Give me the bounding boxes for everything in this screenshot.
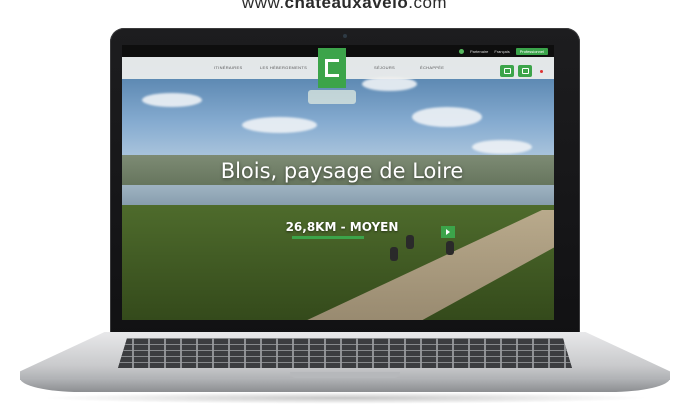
logo-tagline [308,90,356,104]
pro-button[interactable]: Professionnel [515,47,548,55]
nav-item-hebergements[interactable]: LES HÉBERGEMENTS [260,65,307,70]
logo-mark-icon [325,59,339,77]
topbar-link-language[interactable]: Français [494,49,509,54]
nav-item-echappee[interactable]: ÉCHAPPÉE [420,65,444,70]
cyclist-1 [406,235,414,249]
laptop-base-edge [20,378,670,392]
hero-subtitle: 26,8KM - MOYEN [285,220,399,234]
nav-item-itineraires[interactable]: ITINÉRAIRES [214,65,242,70]
url-suffix: .com [408,0,448,12]
website-url-caption: www.chateauxavelo.com [0,0,689,13]
cyclist-2 [390,247,398,261]
cloud-5 [472,140,532,154]
url-brand: chateauxavelo [284,0,409,12]
hero-underline [292,236,364,239]
play-icon[interactable] [441,226,455,238]
cloud-2 [242,117,317,133]
laptop-shadow [40,392,650,404]
cloud-3 [412,107,482,127]
keyboard-rows [118,338,572,368]
edit-icon[interactable] [500,65,514,77]
url-prefix: www. [241,0,285,12]
cart-icon[interactable] [518,65,532,77]
cloud-4 [362,77,417,91]
topbar-link-partner[interactable]: Partenaire [470,49,488,54]
nav-item-sejours[interactable]: SÉJOURS [374,65,395,70]
hero-title: Blois, paysage de Loire [220,159,464,183]
laptop-screen: Partenaire Français Professionnel ITINÉR… [122,45,554,320]
site-logo[interactable] [318,48,346,88]
camera-dot [343,34,347,38]
cloud-1 [142,93,202,107]
cyclist-3 [446,241,454,255]
location-pin-icon[interactable] [458,48,464,54]
language-flag-icon[interactable] [540,70,543,73]
